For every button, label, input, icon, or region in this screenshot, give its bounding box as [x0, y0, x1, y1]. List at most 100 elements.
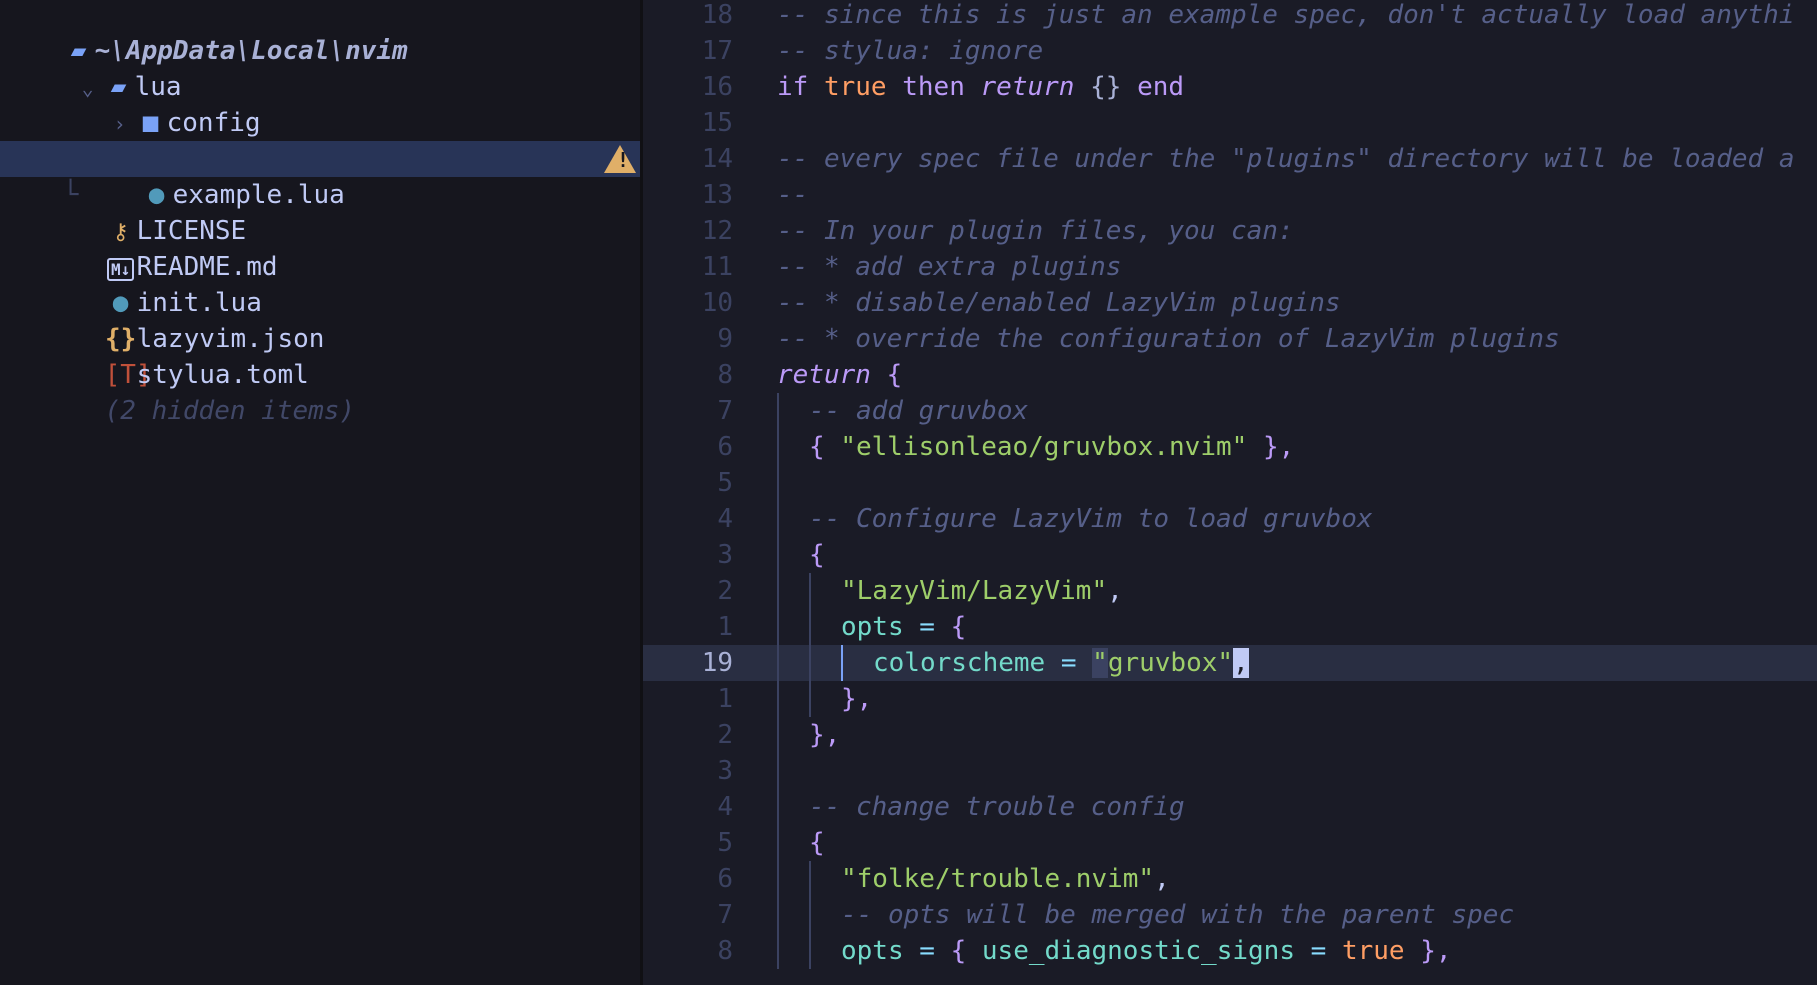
tree-root[interactable]: ▰ ~\AppData\Local\nvim — [0, 0, 640, 66]
code-line: 7 -- opts will be merged with the parent … — [643, 897, 1817, 933]
indent-guide — [777, 825, 809, 861]
indent-guide — [777, 393, 809, 429]
code-line: 6 { "ellisonleao/gruvbox.nvim" }, — [643, 429, 1817, 465]
boolean: true — [1341, 936, 1405, 966]
code-line: 14 -- every spec file under the "plugins"… — [643, 141, 1817, 177]
comment: -- add gruvbox — [809, 396, 1029, 426]
line-number: 14 — [701, 144, 733, 174]
file-explorer: ▰~\AppData\Local\nvim ⌄▰lua ›■config ⌄▰p… — [0, 0, 640, 985]
field: colorscheme — [873, 648, 1046, 678]
operator: = — [1060, 648, 1077, 678]
tree-item-stylua-toml[interactable]: [T]stylua.toml — [0, 321, 640, 390]
warning-icon: ! — [604, 145, 636, 173]
indent-guide — [809, 933, 841, 969]
line-number: 9 — [717, 324, 733, 354]
indent-guide — [777, 573, 809, 609]
keyword: if — [777, 72, 809, 102]
comment: -- * override the configuration of LazyV… — [777, 324, 1560, 354]
brace: { — [886, 360, 903, 390]
operator: = — [919, 612, 935, 642]
code-line: 4 -- change trouble config — [643, 789, 1817, 825]
code-line: 5 — [643, 465, 1817, 501]
line-number: 1 — [717, 684, 733, 714]
comment: -- In your plugin files, you can: — [777, 216, 1294, 246]
tree-item-license[interactable]: ⚷ LICENSE — [0, 177, 640, 246]
punctuation: , — [1154, 864, 1170, 894]
code-line: 3 — [643, 753, 1817, 789]
operator: = — [919, 936, 935, 966]
line-number: 3 — [717, 756, 733, 786]
code-line: 15 — [643, 105, 1817, 141]
tree-item-lua[interactable]: ⌄ ▰ lua — [0, 33, 640, 102]
line-number: 3 — [717, 540, 733, 570]
line-number: 1 — [717, 612, 733, 642]
brace: { — [809, 828, 825, 858]
indent-guide — [777, 429, 809, 465]
indent-guide — [809, 609, 841, 645]
tree-item-plugins[interactable]: ⌄▰plugins — [0, 105, 640, 174]
code-editor[interactable]: 18 -- since this is just an example spec,… — [643, 0, 1817, 985]
line-number: 4 — [717, 504, 733, 534]
tree-item-init-lua[interactable]: ● init.lua — [0, 249, 640, 318]
punctuation: , — [1107, 576, 1123, 606]
indent-guide — [777, 933, 809, 969]
field: opts — [841, 612, 904, 642]
brace: }, — [1420, 936, 1452, 966]
operator: = — [1310, 936, 1327, 966]
code-line: 11 -- * add extra plugins — [643, 249, 1817, 285]
indent-guide — [777, 465, 809, 501]
code-line: 13 -- — [643, 177, 1817, 213]
line-number: 18 — [701, 0, 733, 30]
indent-guide — [777, 717, 809, 753]
string-quote: " — [1092, 648, 1108, 678]
brace: { — [950, 936, 967, 966]
code-line: 8 return { — [643, 357, 1817, 393]
tree-item-lazyvim-json[interactable]: {}lazyvim.json — [0, 285, 640, 354]
line-number: 7 — [717, 396, 733, 426]
code-line: 7 -- add gruvbox — [643, 393, 1817, 429]
line-number: 7 — [717, 900, 733, 930]
line-number: 12 — [701, 216, 733, 246]
line-number: 8 — [717, 936, 733, 966]
code-line: 5{ — [643, 825, 1817, 861]
current-line[interactable]: 19 colorscheme = "gruvbox", — [643, 645, 1817, 681]
line-number: 17 — [701, 36, 733, 66]
comment: -- * add extra plugins — [777, 252, 1122, 282]
indent-guide — [809, 861, 841, 897]
indent-guide — [809, 645, 841, 681]
brace: { — [809, 432, 825, 462]
string: "LazyVim/LazyVim" — [841, 576, 1108, 606]
brace: { — [809, 540, 825, 570]
line-number: 15 — [701, 108, 733, 138]
code-line: 6 "folke/trouble.nvim", — [643, 861, 1817, 897]
code-line: 2}, — [643, 717, 1817, 753]
field: use_diagnostic_signs — [981, 936, 1295, 966]
line-number: 2 — [717, 720, 733, 750]
code-line: 16 if true then return {} end — [643, 69, 1817, 105]
tree-hidden-items: (2 hidden items) — [0, 357, 640, 426]
comment: -- every spec file under the "plugins" d… — [777, 144, 1795, 174]
line-number: 16 — [701, 72, 733, 102]
line-number: 19 — [701, 648, 733, 678]
line-number: 5 — [717, 468, 733, 498]
code-line: 3{ — [643, 537, 1817, 573]
code-line: 17 -- stylua: ignore — [643, 33, 1817, 69]
brace: }, — [841, 684, 873, 714]
brace: }, — [809, 720, 841, 750]
line-number: 13 — [701, 180, 733, 210]
code-line: 10 -- * disable/enabled LazyVim plugins — [643, 285, 1817, 321]
brace: { — [950, 612, 967, 642]
line-number: 6 — [717, 864, 733, 894]
keyword: then — [902, 72, 965, 102]
line-number: 5 — [717, 828, 733, 858]
string: "folke/trouble.nvim" — [841, 864, 1155, 894]
indent-guide — [809, 573, 841, 609]
line-number: 4 — [717, 792, 733, 822]
keyword: return — [777, 360, 871, 390]
keyword: return — [980, 72, 1075, 102]
tree-item-example-lua[interactable]: └ ● example.lua ! — [0, 141, 640, 210]
tree-item-readme[interactable]: M↓ README.md — [0, 213, 640, 282]
braces: {} — [1090, 72, 1122, 102]
tree-item-config[interactable]: › ■ config — [0, 69, 640, 138]
string: gruvbox — [1107, 648, 1218, 678]
